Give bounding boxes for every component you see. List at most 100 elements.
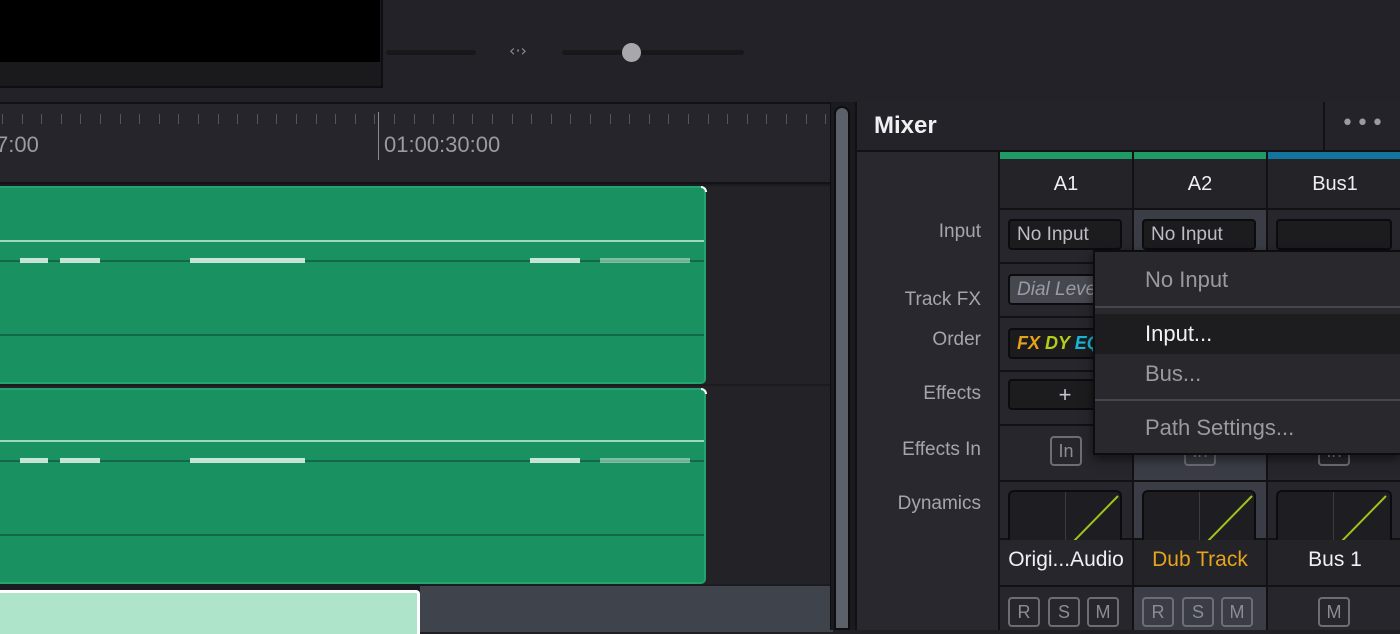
- viewer-panel: [0, 0, 383, 88]
- ruler-tick: [218, 114, 219, 124]
- effects-in-button[interactable]: In: [1050, 436, 1082, 466]
- input-dropdown[interactable]: [1276, 219, 1392, 250]
- row-label-input: Input: [938, 221, 981, 242]
- track-name[interactable]: Origi...Audio: [1000, 548, 1132, 572]
- order-dy: DY: [1045, 333, 1070, 353]
- zoom-slider-knob[interactable]: [622, 43, 642, 62]
- row-label-effects-in: Effects In: [902, 439, 981, 460]
- track-color-bar: [1268, 152, 1400, 159]
- ruler-tick: [257, 114, 258, 124]
- timecode-label: 7:00: [0, 132, 39, 157]
- timeline-scrollbar-thumb[interactable]: [834, 106, 850, 630]
- waveform: [530, 258, 580, 263]
- ruler-tick: [433, 114, 434, 124]
- ruler-tick: [708, 114, 709, 124]
- timeline-ruler[interactable]: 7:00 01:00:30:00: [0, 104, 833, 184]
- solo-button[interactable]: S: [1048, 597, 1080, 627]
- ruler-tick: [120, 114, 121, 124]
- strip-id: A1: [1000, 159, 1132, 210]
- viewer-toolbar: ‹·›: [0, 0, 1400, 102]
- ruler-tick: [747, 114, 748, 124]
- ruler-tick: [531, 114, 532, 124]
- menu-item-path-settings[interactable]: Path Settings...: [1095, 408, 1400, 448]
- input-dropdown-menu: No Input Input... Bus... Path Settings..…: [1093, 250, 1400, 455]
- ruler-tick: [80, 114, 81, 124]
- waveform: [530, 458, 580, 463]
- menu-item-bus[interactable]: Bus...: [1095, 354, 1400, 394]
- scrub-track[interactable]: [386, 50, 476, 55]
- track-name[interactable]: Bus 1: [1268, 548, 1400, 572]
- dynamics-graph[interactable]: [1008, 490, 1122, 540]
- ruler-tick: [766, 114, 767, 124]
- track-name[interactable]: Dub Track: [1134, 548, 1266, 572]
- track-color-bar: [1000, 152, 1132, 159]
- dynamics-graph[interactable]: [1276, 490, 1392, 540]
- ruler-tick: [610, 114, 611, 124]
- ruler-tick: [355, 114, 356, 124]
- ruler-tick: [492, 114, 493, 124]
- ruler-tick: [453, 114, 454, 124]
- timeline: 7:00 01:00:30:00: [0, 102, 833, 634]
- menu-item-no-input[interactable]: No Input: [1095, 260, 1400, 300]
- ruler-tick: [237, 114, 238, 124]
- fit-to-window-icon[interactable]: ‹·›: [500, 38, 536, 64]
- ruler-tick: [806, 114, 807, 124]
- clip-volume-line[interactable]: [0, 240, 704, 242]
- strip-id: Bus1: [1268, 159, 1400, 210]
- input-dropdown[interactable]: No Input: [1008, 219, 1122, 250]
- dynamics-curve: [1207, 495, 1253, 540]
- waveform-baseline: [0, 258, 704, 263]
- ruler-tick: [551, 114, 552, 124]
- menu-separator: [1095, 306, 1400, 308]
- ruler-tick: [570, 114, 571, 124]
- ruler-tick: [786, 114, 787, 124]
- input-dropdown[interactable]: No Input: [1142, 219, 1256, 250]
- ruler-tick: [2, 114, 3, 124]
- ruler-tick: [139, 114, 140, 124]
- solo-button[interactable]: S: [1182, 597, 1214, 627]
- dynamics-curve: [1073, 495, 1119, 540]
- waveform: [20, 258, 48, 263]
- waveform: [60, 258, 100, 263]
- waveform: [190, 258, 305, 263]
- audio-clip-a1[interactable]: [0, 186, 707, 384]
- ruler-tick: [316, 114, 317, 124]
- dynamics-cell: [1268, 482, 1400, 540]
- ruler-tick: [198, 114, 199, 124]
- track-color-bar: [1134, 152, 1266, 159]
- mute-button[interactable]: M: [1318, 597, 1350, 627]
- waveform: [190, 458, 305, 463]
- mixer-header: Mixer •••: [857, 102, 1400, 152]
- ruler-tick: [649, 114, 650, 124]
- track-name-cell: Bus 1: [1268, 540, 1400, 587]
- strip-id: A2: [1134, 159, 1266, 210]
- ruler-tick: [61, 114, 62, 124]
- audio-clip-a2[interactable]: [0, 388, 707, 584]
- ruler-tick: [394, 114, 395, 124]
- more-options-icon[interactable]: •••: [1323, 102, 1400, 150]
- waveform: [600, 458, 690, 463]
- row-label-dynamics: Dynamics: [897, 493, 981, 514]
- ruler-tick: [41, 114, 42, 124]
- ruler-tick: [22, 114, 23, 124]
- waveform-baseline: [0, 458, 704, 463]
- timeline-zoom-slider[interactable]: [562, 43, 744, 62]
- mute-button[interactable]: M: [1087, 597, 1119, 627]
- ruler-tick: [159, 114, 160, 124]
- record-arm-button[interactable]: R: [1142, 597, 1174, 627]
- record-arm-button[interactable]: R: [1008, 597, 1040, 627]
- menu-item-input[interactable]: Input...: [1095, 314, 1400, 354]
- mute-button[interactable]: M: [1221, 597, 1253, 627]
- ruler-tick: [825, 114, 826, 124]
- row-label-track-fx: Track FX: [904, 289, 981, 310]
- ruler-tick: [590, 114, 591, 124]
- dynamics-cell: [1000, 482, 1132, 540]
- ruler-tick: [100, 114, 101, 124]
- ruler-tick: [296, 114, 297, 124]
- dynamics-graph[interactable]: [1142, 490, 1256, 540]
- clip-volume-line[interactable]: [0, 440, 704, 442]
- waveform: [20, 458, 48, 463]
- audio-clip-selected[interactable]: [0, 590, 420, 634]
- mixer-row-labels: Input Track FX Order Effects Effects In …: [857, 152, 999, 630]
- menu-separator: [1095, 399, 1400, 401]
